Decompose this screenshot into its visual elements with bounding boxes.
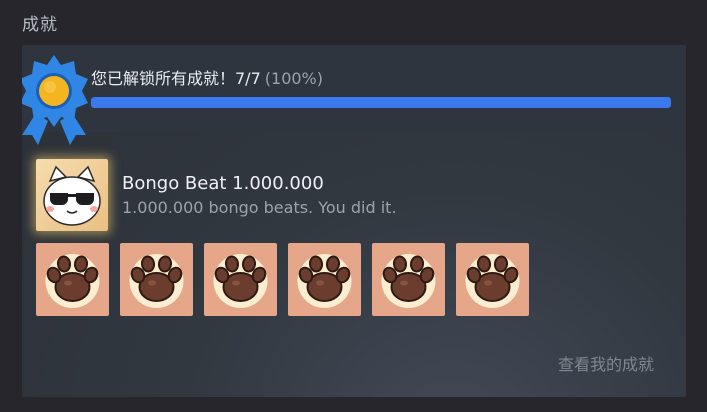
paw-icon[interactable] [120, 243, 193, 316]
paw-icon[interactable] [372, 243, 445, 316]
achievement-progress-bar [91, 97, 671, 108]
unlock-summary-text: 您已解锁所有成就！7/7 (100%) [91, 65, 323, 89]
unlock-count: 您已解锁所有成就！7/7 [91, 69, 261, 88]
achievements-panel: 您已解锁所有成就！7/7 (100%) Bongo Beat 1.000.000 … [22, 45, 686, 397]
paw-icon[interactable] [288, 243, 361, 316]
unlock-percent: (100%) [264, 69, 323, 88]
paw-icon[interactable] [456, 243, 529, 316]
medal-icon [22, 55, 88, 145]
cat-sunglasses-icon[interactable] [36, 159, 108, 231]
section-title: 成就 [22, 15, 58, 35]
featured-achievement-description: 1.000.000 bongo beats. You did it. [122, 198, 397, 217]
view-my-achievements-link[interactable]: 查看我的成就 [558, 351, 654, 375]
achievement-progress-fill [91, 97, 671, 108]
featured-achievement-title: Bongo Beat 1.000.000 [122, 173, 324, 194]
paw-icon[interactable] [36, 243, 109, 316]
paw-icon[interactable] [204, 243, 277, 316]
